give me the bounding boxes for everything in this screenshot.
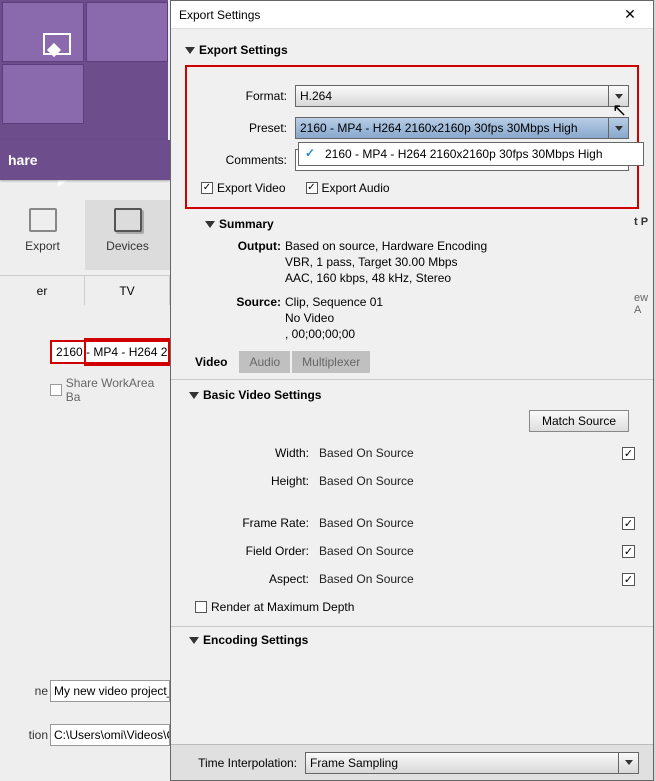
render-max-depth-checkbox[interactable] — [195, 601, 207, 613]
chevron-down-icon[interactable] — [185, 47, 195, 54]
text-fragment: ew A — [634, 292, 656, 316]
name-input[interactable]: My new video project_ — [50, 680, 170, 702]
comments-label: Comments: — [195, 153, 295, 167]
name-label: ne — [0, 684, 48, 698]
tab-video[interactable]: Video — [185, 351, 237, 373]
output-line2: VBR, 1 pass, Target 30.00 Mbps — [285, 255, 639, 269]
width-lock-checkbox[interactable] — [622, 447, 635, 460]
tab-computer[interactable]: er — [0, 276, 85, 305]
text-fragment: t P — [634, 216, 648, 228]
export-video-checkbox[interactable] — [201, 182, 213, 194]
source-line1: Clip, Sequence 01 — [285, 295, 639, 309]
devices-target[interactable]: Devices — [85, 200, 170, 270]
highlight-box-main: Format: H.264 Preset: 2160 - MP4 - H264 … — [185, 65, 639, 209]
aspect-label: Aspect: — [189, 572, 319, 586]
export-label: Export — [25, 239, 60, 253]
chevron-down-icon[interactable] — [189, 637, 199, 644]
highlight-box — [84, 338, 172, 366]
location-label: tion — [0, 728, 48, 742]
check-icon: ✓ — [305, 146, 315, 160]
chevron-down-icon[interactable] — [205, 221, 215, 228]
media-thumbnails: ııllı — [0, 0, 168, 140]
dropdown-arrow-icon — [608, 86, 628, 106]
width-value: Based On Source — [319, 446, 605, 460]
share-header: hare — [0, 140, 170, 180]
preset-option[interactable]: ✓ 2160 - MP4 - H264 2160x2160p 30fps 30M… — [299, 143, 643, 165]
chevron-down-icon[interactable] — [189, 392, 199, 399]
location-input[interactable]: C:\Users\omi\Videos\O — [50, 724, 170, 746]
framerate-lock-checkbox[interactable] — [622, 517, 635, 530]
format-label: Format: — [195, 89, 295, 103]
aspect-value: Based On Source — [319, 572, 605, 586]
share-workarea-checkbox[interactable] — [50, 384, 62, 396]
export-audio-checkbox[interactable] — [306, 182, 318, 194]
aspect-lock-checkbox[interactable] — [622, 573, 635, 586]
fieldorder-value: Based On Source — [319, 544, 605, 558]
time-interpolation-value: Frame Sampling — [310, 756, 398, 770]
export-audio-label: Export Audio — [322, 181, 390, 195]
export-settings-dialog: Export Settings ✕ Export Settings Format… — [170, 0, 654, 781]
time-interpolation-label: Time Interpolation: — [185, 756, 305, 770]
export-icon — [29, 208, 57, 232]
dialog-title: Export Settings — [179, 8, 615, 22]
match-source-button[interactable]: Match Source — [529, 410, 629, 432]
source-key: Source: — [205, 295, 285, 309]
encoding-settings-header: Encoding Settings — [203, 633, 308, 647]
preset-dropdown[interactable]: 2160 - MP4 - H264 2160x2160p 30fps 30Mbp… — [295, 117, 629, 139]
source-line2: No Video — [285, 311, 639, 325]
preset-option-label: 2160 - MP4 - H264 2160x2160p 30fps 30Mbp… — [325, 147, 603, 161]
height-value: Based On Source — [319, 474, 605, 488]
close-button[interactable]: ✕ — [615, 6, 645, 23]
fieldorder-lock-checkbox[interactable] — [622, 545, 635, 558]
export-settings-section-header: Export Settings — [199, 43, 288, 57]
devices-label: Devices — [106, 239, 149, 253]
width-label: Width: — [189, 446, 319, 460]
basic-video-settings-header: Basic Video Settings — [203, 388, 321, 402]
dropdown-arrow-icon — [618, 753, 638, 773]
source-line3: , 00;00;00;00 — [285, 327, 639, 341]
height-label: Height: — [189, 474, 319, 488]
output-key: Output: — [205, 239, 285, 253]
summary-header: Summary — [219, 217, 274, 231]
output-line1: Based on source, Hardware Encoding — [285, 239, 639, 253]
time-interpolation-dropdown[interactable]: Frame Sampling — [305, 752, 639, 774]
framerate-label: Frame Rate: — [189, 516, 319, 530]
preset-value: 2160 - MP4 - H264 2160x2160p 30fps 30Mbp… — [300, 121, 578, 135]
tab-multiplexer[interactable]: Multiplexer — [292, 351, 370, 373]
preset-dropdown-list[interactable]: ✓ 2160 - MP4 - H264 2160x2160p 30fps 30M… — [298, 142, 644, 166]
devices-icon — [114, 208, 142, 232]
format-dropdown[interactable]: H.264 — [295, 85, 629, 107]
format-value: H.264 — [300, 89, 332, 103]
framerate-value: Based On Source — [319, 516, 605, 530]
image-icon — [43, 33, 71, 55]
output-line3: AAC, 160 kbps, 48 kHz, Stereo — [285, 271, 639, 285]
share-workarea-label: Share WorkArea Ba — [66, 376, 170, 404]
fieldorder-label: Field Order: — [189, 544, 319, 558]
tab-audio[interactable]: Audio — [239, 351, 290, 373]
tab-tv[interactable]: TV — [85, 276, 170, 305]
export-target[interactable]: Export — [0, 200, 85, 270]
preset-label: Preset: — [195, 121, 295, 135]
export-video-label: Export Video — [217, 181, 286, 195]
dropdown-arrow-icon — [608, 118, 628, 138]
render-max-depth-label: Render at Maximum Depth — [211, 600, 354, 614]
